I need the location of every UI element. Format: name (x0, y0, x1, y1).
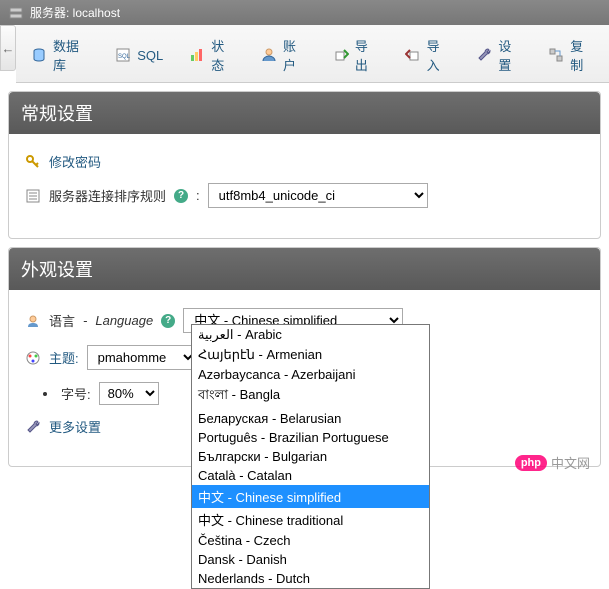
language-dropdown-list[interactable]: العربية - ArabicՀայերէն - ArmenianAzərba… (191, 324, 430, 589)
bullet-icon (43, 392, 47, 396)
help-icon[interactable]: ? (161, 314, 175, 328)
tab-accounts[interactable]: 账户 (248, 27, 320, 82)
watermark-text: 中文网 (551, 453, 590, 472)
language-label-zh: 语言 (49, 311, 75, 330)
export-icon (333, 47, 349, 63)
watermark: php 中文网 (515, 453, 590, 472)
tab-settings[interactable]: 设置 (463, 27, 535, 82)
language-icon (25, 313, 41, 329)
wrench-icon (476, 47, 492, 63)
language-option[interactable]: Čeština - Czech (192, 531, 429, 550)
language-option[interactable]: Беларуская - Belarusian (192, 409, 429, 428)
titlebar: 服务器: localhost (0, 0, 609, 25)
tab-replication[interactable]: 复制 (535, 27, 607, 82)
language-option[interactable]: Português - Brazilian Portuguese (192, 428, 429, 447)
tab-status[interactable]: 状态 (176, 27, 248, 82)
general-settings-panel: 常规设置 修改密码 服务器连接排序规则 ? : utf8mb4_unicode_… (8, 91, 601, 239)
language-option[interactable]: 中文 - Chinese simplified (192, 485, 429, 508)
collation-icon (25, 188, 41, 204)
language-option[interactable]: Հայերէն - Armenian (192, 345, 429, 365)
main-tabs: 数据库 SQL SQL 状态 账户 导出 导入 设置 复制 (16, 25, 609, 83)
svg-text:SQL: SQL (118, 54, 131, 60)
theme-label[interactable]: 主题: (49, 348, 79, 367)
panel-title-general: 常规设置 (9, 92, 600, 134)
theme-select[interactable]: pmahomme (87, 345, 197, 370)
tab-sql[interactable]: SQL SQL (102, 27, 176, 82)
more-settings-link[interactable]: 更多设置 (49, 417, 101, 436)
collation-label: 服务器连接排序规则 (49, 186, 166, 205)
language-option[interactable]: বাংলা - Bangla (192, 384, 429, 409)
import-icon (405, 47, 421, 63)
key-icon (25, 154, 41, 170)
wrench-icon (25, 419, 41, 435)
tab-database[interactable]: 数据库 (18, 27, 102, 82)
language-option[interactable]: Български - Bulgarian (192, 447, 429, 466)
titlebar-label: 服务器: localhost (30, 4, 120, 21)
watermark-badge: php (515, 455, 547, 471)
theme-icon (25, 350, 41, 366)
panel-title-appearance: 外观设置 (9, 248, 600, 290)
language-option[interactable]: Dansk - Danish (192, 550, 429, 569)
language-option[interactable]: Català - Catalan (192, 466, 429, 485)
language-option[interactable]: Azərbaycanca - Azerbaijani (192, 365, 429, 384)
appearance-settings-panel: 外观设置 语言 - Language ? 中文 - Chinese simpli… (8, 247, 601, 467)
sql-icon: SQL (115, 47, 131, 63)
tab-import[interactable]: 导入 (392, 27, 464, 82)
language-option[interactable]: Nederlands - Dutch (192, 569, 429, 588)
help-icon[interactable]: ? (174, 189, 188, 203)
server-icon (8, 5, 24, 21)
status-icon (189, 47, 205, 63)
replication-icon (548, 47, 564, 63)
database-icon (31, 47, 47, 63)
language-option[interactable]: 中文 - Chinese traditional (192, 508, 429, 531)
fontsize-select[interactable]: 80% (99, 382, 159, 405)
collapse-sidebar-button[interactable]: ← (0, 25, 16, 71)
language-option[interactable]: العربية - Arabic (192, 325, 429, 345)
language-label-en: Language (95, 313, 153, 328)
collation-row: 服务器连接排序规则 ? : utf8mb4_unicode_ci (25, 177, 584, 214)
change-password-row: 修改密码 (25, 146, 584, 177)
accounts-icon (261, 47, 277, 63)
tab-export[interactable]: 导出 (320, 27, 392, 82)
change-password-link[interactable]: 修改密码 (49, 152, 101, 171)
fontsize-label: 字号: (61, 384, 91, 403)
collation-select[interactable]: utf8mb4_unicode_ci (208, 183, 428, 208)
